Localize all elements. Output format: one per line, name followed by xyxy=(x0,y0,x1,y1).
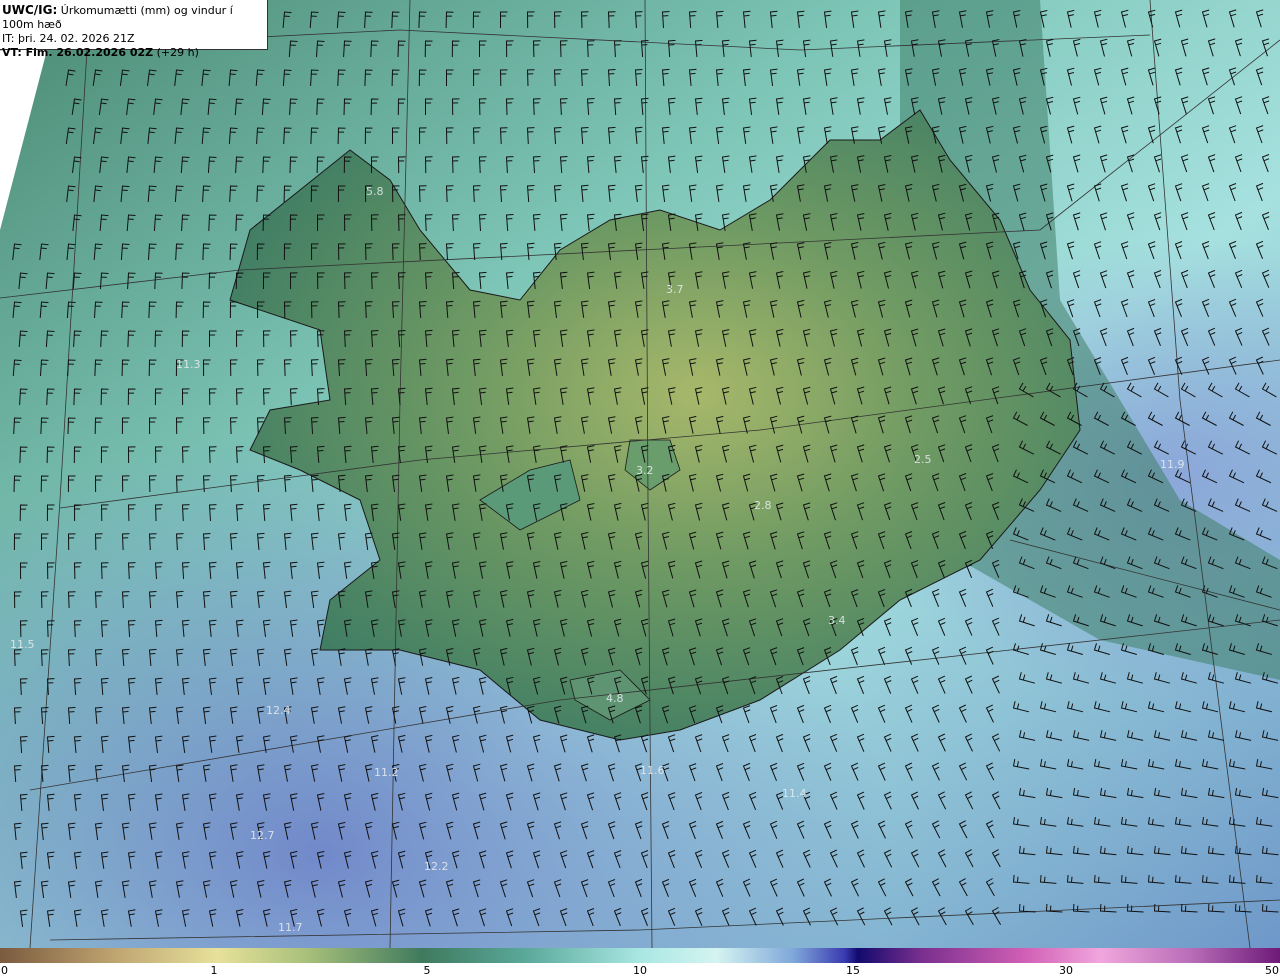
map-label: 11.6 xyxy=(640,764,665,777)
map-label: 11.9 xyxy=(1160,458,1185,471)
map-label: 12.7 xyxy=(250,829,275,842)
map-label: 2.5 xyxy=(914,453,932,466)
map-label: 12.2 xyxy=(424,860,449,873)
map-label: 2.8 xyxy=(754,499,772,512)
colorbar-tick: 1 xyxy=(210,964,218,977)
colorbar-gradient xyxy=(0,948,1280,963)
colorbar-tick: 5 xyxy=(423,964,431,977)
model-name: UWC/IG: xyxy=(2,3,58,17)
map-label: 11.7 xyxy=(278,921,303,934)
map-label: 11.5 xyxy=(10,638,35,651)
colorbar-tick: 15 xyxy=(846,964,860,977)
map-header: UWC/IG: Úrkomumætti (mm) og vindur í 100… xyxy=(0,0,268,59)
map-label: 12.4 xyxy=(266,704,291,717)
issue-time: IT: þri. 24. 02. 2026 21Z xyxy=(2,32,135,45)
map-label: 3.4 xyxy=(828,614,846,627)
map-label: 4.8 xyxy=(606,692,624,705)
colorbar-tick: 30 xyxy=(1059,964,1073,977)
map-label: 11.3 xyxy=(176,358,201,371)
colorbar-tick: 50 xyxy=(1265,964,1279,977)
map-label: 3.7 xyxy=(666,283,684,296)
map-canvas: 5.8 3.7 3.2 2.5 2.8 3.4 4.8 11.9 12.4 12… xyxy=(0,0,1280,948)
valid-time: VT: Fim. 26.02.2026 02Z xyxy=(2,46,154,59)
valid-time-offset: (+29 h) xyxy=(156,46,199,59)
map-label: 5.8 xyxy=(366,185,384,198)
colorbar: 0 1 5 10 15 30 50 xyxy=(0,948,1280,978)
colorbar-tick: 10 xyxy=(633,964,647,977)
map-label: 3.2 xyxy=(636,464,654,477)
map-label: 11.4 xyxy=(782,787,807,800)
map-label: 11.2 xyxy=(374,766,399,779)
colorbar-tick: 0 xyxy=(1,964,8,977)
